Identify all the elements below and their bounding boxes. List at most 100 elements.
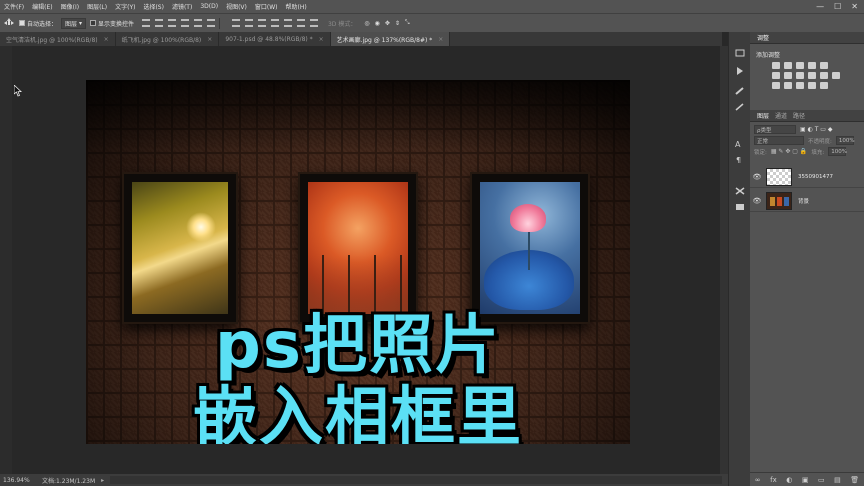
menu-3d[interactable]: 3D(D) [196,3,222,10]
show-transform-checkbox[interactable] [89,20,96,26]
history-icon[interactable] [735,42,745,57]
auto-select-checkbox[interactable] [19,20,25,26]
channel-mixer-icon[interactable] [820,72,828,79]
add-mask-icon[interactable]: ◐ [786,476,792,484]
blend-mode-select[interactable]: 正常 [754,136,804,145]
selective-color-icon[interactable] [820,82,828,89]
align-vcenter-icon[interactable] [154,19,163,27]
color-balance-icon[interactable] [784,72,792,79]
align-top-icon[interactable] [141,19,150,27]
align-right-icon[interactable] [206,19,215,27]
layer-kind-filter[interactable]: ρ类型 [754,125,796,134]
tab-document-3[interactable]: 907-1.psd @ 48.8%(RGB/8) * × [219,32,331,46]
auto-select-dropdown[interactable]: 图层 ▾ [61,17,86,29]
new-group-icon[interactable]: ▭ [818,476,825,484]
brightness-icon[interactable] [772,62,780,69]
distribute-left-icon[interactable] [270,19,279,27]
zoom-level[interactable]: 136.94% [0,477,30,484]
vibrance-icon[interactable] [820,62,828,69]
brush-preset-icon[interactable] [735,96,745,111]
menu-image[interactable]: 图像(I) [57,2,83,11]
tab-close-icon[interactable]: × [207,36,212,43]
close-button[interactable]: ✕ [851,2,858,11]
menu-file[interactable]: 文件(F) [0,2,28,11]
clone-source-icon[interactable] [735,196,745,210]
menu-help[interactable]: 帮助(H) [282,2,311,11]
align-left-icon[interactable] [180,19,189,27]
distribute-bottom-icon[interactable] [257,19,266,27]
posterize-icon[interactable] [784,82,792,89]
3d-pan-icon[interactable]: ✥ [385,20,390,27]
exposure-icon[interactable] [808,62,816,69]
document-canvas[interactable]: ps把照片 嵌入相框里 [86,80,630,444]
3d-roll-icon[interactable]: ◉ [375,20,380,27]
photo-filter-icon[interactable] [808,72,816,79]
horizontal-scrollbar[interactable] [110,476,722,484]
auto-align-icon[interactable] [309,19,318,27]
tab-paths[interactable]: 路径 [790,111,808,120]
tab-document-active[interactable]: 艺术画廊.jpg @ 137%(RGB/8#) * × [330,32,451,46]
color-lookup-icon[interactable] [832,72,840,79]
delete-layer-icon[interactable]: 🗑 [850,476,859,484]
black-white-icon[interactable] [796,72,804,79]
status-menu-arrow-icon[interactable]: ▸ [101,477,104,484]
menu-view[interactable]: 视图(V) [222,2,251,11]
hue-saturation-icon[interactable] [772,72,780,79]
align-bottom-icon[interactable] [167,19,176,27]
menu-type[interactable]: 文字(Y) [111,2,139,11]
layers-footer: ∞ fx ◐ ▣ ▭ ▤ 🗑 [750,472,864,486]
align-hcenter-icon[interactable] [193,19,202,27]
menu-edit[interactable]: 编辑(E) [28,2,56,11]
tab-document-1[interactable]: 空气清洁机.jpg @ 100%(RGB/8) × [0,32,116,46]
new-layer-icon[interactable]: ▤ [834,476,841,484]
tab-close-icon[interactable]: × [438,36,443,43]
filter-pixel-icon[interactable]: ▣ ◐ T ▭ ◆ [800,126,832,133]
tab-adjustments[interactable]: 调整 [754,33,772,42]
3d-rotate-icon[interactable]: ◎ [364,20,369,27]
distribute-hcenter-icon[interactable] [283,19,292,27]
play-icon[interactable] [735,60,745,75]
vertical-scrollbar[interactable] [720,46,728,476]
layer-row-background[interactable]: 👁 背景 [750,190,864,212]
gradient-map-icon[interactable] [808,82,816,89]
opacity-input[interactable]: 100% [835,136,855,145]
menu-layer[interactable]: 图层(L) [83,2,111,11]
paragraph-icon[interactable]: ¶ [735,148,745,165]
threshold-icon[interactable] [796,82,804,89]
layer-row-photo[interactable]: 👁 3550901477 [750,166,864,188]
fill-input[interactable]: 100% [828,147,847,156]
tab-close-icon[interactable]: × [319,36,324,43]
link-layers-icon[interactable]: ∞ [755,476,761,484]
distribute-vcenter-icon[interactable] [244,19,253,27]
invert-icon[interactable] [772,82,780,89]
add-adjustment-label: 添加调整 [756,52,781,59]
3d-scale-icon[interactable]: ⤡ [405,19,410,27]
menu-select[interactable]: 选择(S) [139,2,168,11]
brush-icon[interactable] [735,80,745,95]
adjustment-icons-row-2 [750,69,864,79]
minimize-button[interactable]: — [816,2,824,11]
tab-layers[interactable]: 图层 [754,111,772,120]
auto-select-value: 图层 [65,20,78,28]
distribute-right-icon[interactable] [296,19,305,27]
tab-document-2[interactable]: 纸飞机.jpg @ 100%(RGB/8) × [116,32,220,46]
distribute-top-icon[interactable] [231,19,240,27]
visibility-eye-icon[interactable]: 👁 [750,173,764,181]
menu-filter[interactable]: 滤镜(T) [168,2,196,11]
maximize-button[interactable]: ☐ [834,2,841,11]
menu-window[interactable]: 窗口(W) [251,2,282,11]
thumb-frame-3 [784,196,789,206]
new-fill-layer-icon[interactable]: ▣ [802,476,809,484]
move-tool-icon[interactable] [3,17,15,29]
tab-channels[interactable]: 通道 [772,111,790,120]
lock-icons[interactable]: ▦ ✎ ✥ ▢ 🔒 [771,148,808,155]
layer-style-icon[interactable]: fx [770,476,777,484]
3d-slide-icon[interactable]: ⇕ [395,20,400,27]
tab-close-icon[interactable]: × [104,36,109,43]
character-icon[interactable]: A [735,132,745,149]
tools-icon[interactable] [735,180,745,195]
layer-name: 3550901477 [798,173,833,180]
visibility-eye-icon[interactable]: 👁 [750,197,764,205]
curves-icon[interactable] [796,62,804,69]
levels-icon[interactable] [784,62,792,69]
